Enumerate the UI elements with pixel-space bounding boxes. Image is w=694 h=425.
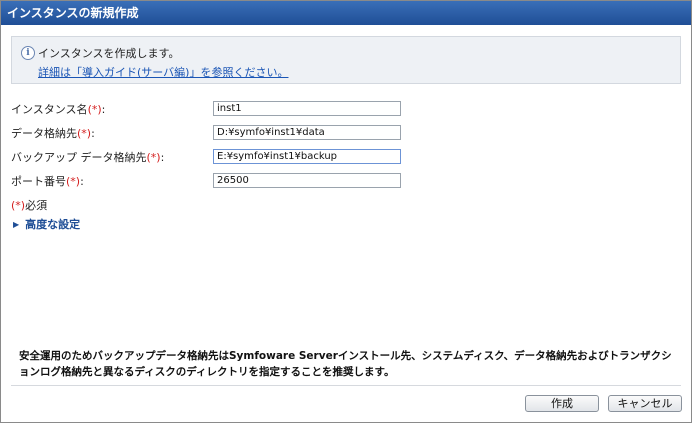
instance-name-input[interactable]: [213, 101, 401, 116]
backup-dir-input[interactable]: [213, 149, 401, 164]
instance-name-label: インスタンス名(*):: [11, 103, 106, 116]
cancel-button[interactable]: キャンセル: [608, 395, 682, 412]
port-label: ポート番号(*):: [11, 175, 84, 188]
required-mark: (*): [87, 103, 102, 116]
required-note: (*)必須: [11, 199, 48, 212]
backup-notice: 安全運用のためバックアップデータ格納先はSymfoware Serverインスト…: [19, 350, 672, 378]
info-panel: i インスタンスを作成します。 詳細は「導入ガイド(サーバ編)」を参照ください。: [11, 36, 681, 84]
required-mark: (*): [146, 151, 161, 164]
data-dir-input[interactable]: [213, 125, 401, 140]
info-icon: i: [21, 46, 35, 60]
port-input[interactable]: [213, 173, 401, 188]
required-mark: (*): [77, 127, 92, 140]
dialog-title: インスタンスの新規作成: [1, 1, 691, 25]
install-guide-link[interactable]: 詳細は「導入ガイド(サーバ編)」を参照ください。: [38, 64, 288, 80]
advanced-settings-toggle[interactable]: ▶ 高度な設定: [13, 216, 80, 232]
create-button[interactable]: 作成: [525, 395, 599, 412]
footer-divider: [11, 385, 681, 386]
info-message: インスタンスを作成します。: [38, 47, 180, 60]
required-mark: (*): [66, 175, 81, 188]
data-dir-label: データ格納先(*):: [11, 127, 95, 140]
dialog-window: インスタンスの新規作成 i インスタンスを作成します。 詳細は「導入ガイド(サー…: [0, 0, 692, 423]
backup-dir-label: バックアップ データ格納先(*):: [11, 151, 165, 164]
expand-triangle-icon: ▶: [13, 220, 20, 229]
